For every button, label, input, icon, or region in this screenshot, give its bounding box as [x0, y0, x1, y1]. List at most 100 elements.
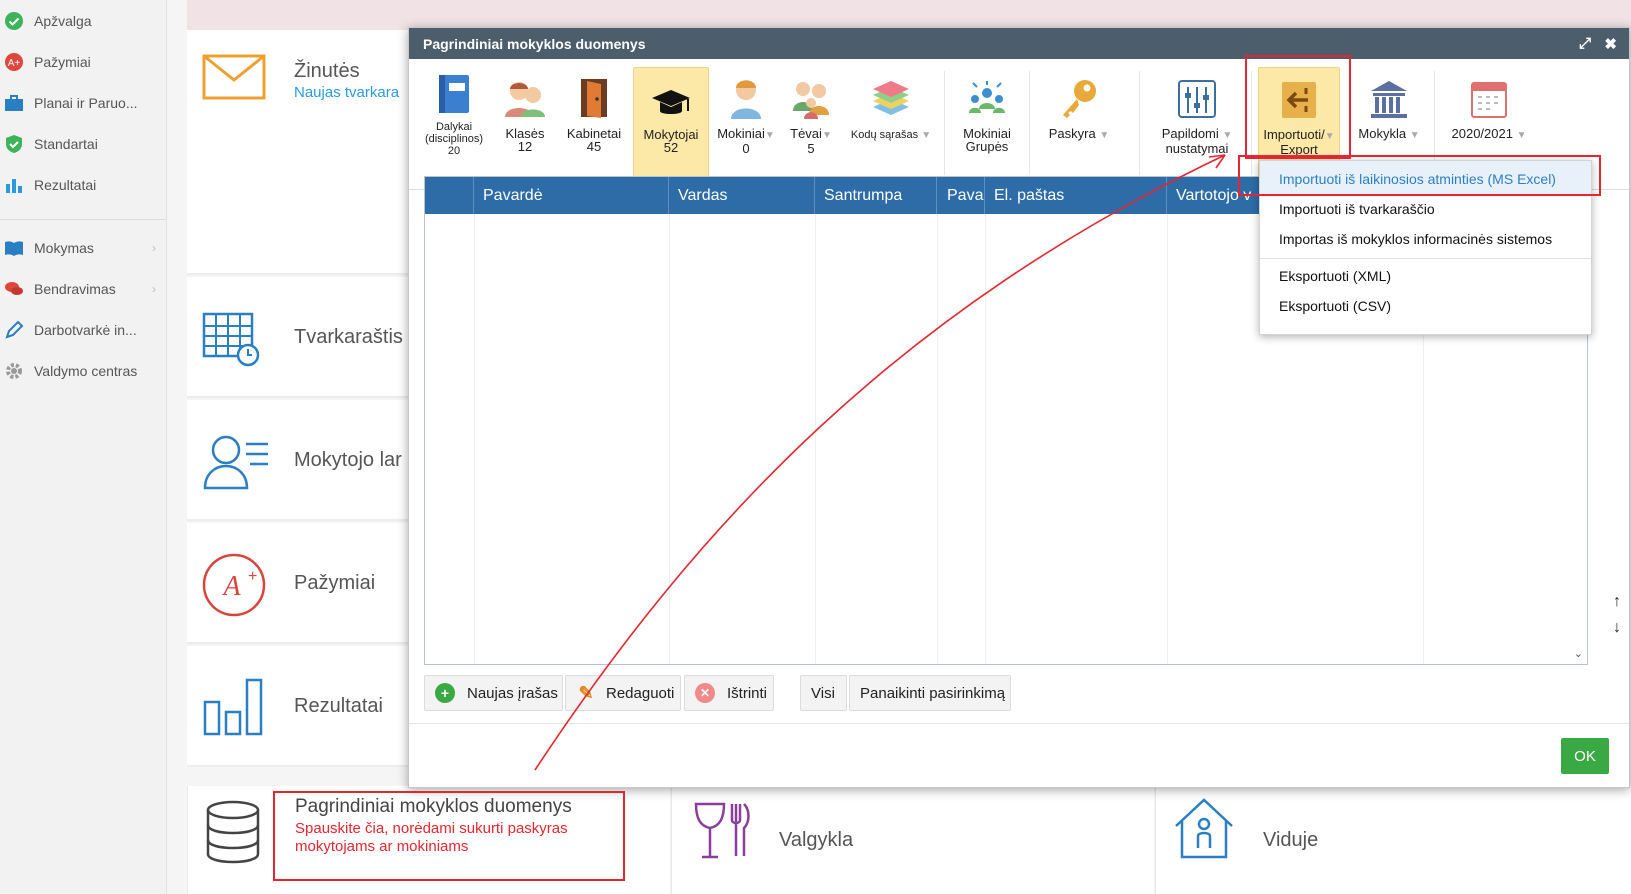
dropdown-arrow-icon[interactable]: ▼: [822, 130, 832, 141]
toolbar-divider: [944, 71, 945, 175]
column-header-email[interactable]: El. paštas: [985, 177, 1167, 214]
tile-results[interactable]: Rezultatai: [187, 646, 412, 767]
gear-icon: [4, 361, 24, 381]
sidebar-item-standards[interactable]: Standartai: [0, 124, 166, 164]
column-header-lastname[interactable]: Pavardė: [474, 177, 669, 214]
delete-button[interactable]: ✕ Ištrinti: [684, 675, 774, 711]
scroll-down-chevron-icon[interactable]: ⌄: [1574, 647, 1583, 660]
tile-grades[interactable]: A + Pažymiai: [187, 523, 412, 644]
dropdown-arrow-icon[interactable]: ▼: [1099, 130, 1109, 141]
column-header-abbreviation[interactable]: Santrumpa: [815, 177, 937, 214]
menu-item-import-school-system[interactable]: Importas iš mokyklos informacinės sistem…: [1279, 231, 1552, 247]
briefcase-icon: [4, 93, 24, 113]
toolbar-count: 0: [742, 141, 750, 156]
ok-button[interactable]: OK: [1561, 738, 1609, 774]
toolbar-additional-settings[interactable]: Papildomi ▼ nustatymai: [1147, 67, 1247, 182]
dropdown-arrow-icon[interactable]: ▼: [921, 130, 931, 141]
sidebar-item-results[interactable]: Rezultatai: [0, 165, 166, 205]
building-icon: [1349, 67, 1429, 119]
canteen-icon: [692, 800, 752, 865]
group-icon: [947, 67, 1027, 119]
sidebar-item-label: Planai ir Paruo...: [34, 95, 138, 111]
svg-text:+: +: [248, 568, 257, 585]
toolbar-student-groups[interactable]: Mokiniai Grupės: [947, 67, 1027, 182]
toolbar-divider: [1139, 71, 1140, 175]
toolbar-count: 12: [517, 139, 533, 154]
toolbar-account[interactable]: Paskyra ▼: [1034, 67, 1124, 182]
tile-inside[interactable]: Viduje: [1155, 786, 1631, 894]
new-record-button[interactable]: + Naujas įrašas: [424, 675, 563, 711]
parents-icon: [783, 67, 839, 119]
check-circle-icon: [4, 11, 24, 31]
menu-item-import-schedule[interactable]: Importuoti iš tvarkaraščio: [1279, 201, 1435, 217]
door-icon: [559, 67, 629, 119]
toolbar-subjects[interactable]: Dalykai (disciplinos) 20: [419, 67, 489, 182]
toolbar-rooms[interactable]: Kabinetai 45: [559, 67, 629, 182]
footer-divider: [409, 723, 1629, 724]
toolbar-parents[interactable]: Tėvai▼ 5: [783, 67, 839, 182]
sidebar-item-label: Darbotvarkė in...: [34, 322, 137, 338]
grid-divider: [985, 214, 986, 664]
shield-check-icon: [4, 134, 24, 154]
button-label: Naujas įrašas: [467, 684, 558, 702]
tile-label: Žinutės: [294, 60, 360, 82]
all-button[interactable]: Visi: [800, 675, 847, 711]
key-icon: [1034, 67, 1124, 119]
menu-item-export-csv[interactable]: Eksportuoti (CSV): [1279, 298, 1391, 314]
tile-teacher[interactable]: Mokytojo lar: [187, 400, 412, 521]
toolbar-label2: nustatymai: [1165, 141, 1229, 156]
sidebar-item-label: Rezultatai: [34, 177, 97, 193]
top-banner: [187, 0, 1631, 30]
students-icon: [493, 67, 557, 119]
toolbar-label: Kodų sąrašas: [850, 129, 919, 141]
tile-canteen[interactable]: Valgykla: [671, 786, 1154, 894]
column-header-firstname[interactable]: Vardas: [669, 177, 815, 214]
dropdown-arrow-icon[interactable]: ▼: [1222, 130, 1232, 141]
annotation-box-import: [1245, 55, 1351, 159]
sidebar-item-label: Mokymas: [34, 240, 94, 256]
toolbar-label2: Grupės: [965, 139, 1009, 154]
sidebar-item-label: Pažymiai: [34, 54, 91, 70]
toolbar-label: Papildomi: [1161, 126, 1219, 141]
chevron-right-icon: ›: [152, 282, 156, 296]
dropdown-arrow-icon[interactable]: ▼: [1517, 130, 1527, 141]
toolbar-count: 52: [663, 140, 679, 155]
grid-divider: [937, 214, 938, 664]
sidebar-item-label: Standartai: [34, 136, 98, 152]
maximize-icon[interactable]: ⤢: [1579, 35, 1591, 52]
edit-button[interactable]: ✎ Redaguoti: [565, 675, 681, 711]
menu-item-export-xml[interactable]: Eksportuoti (XML): [1279, 268, 1391, 284]
toolbar-label: Dalykai: [435, 121, 473, 133]
toolbar-count: 5: [807, 141, 815, 156]
sidebar-item-agenda[interactable]: Darbotvarkė in...: [0, 310, 166, 350]
dropdown-arrow-icon[interactable]: ▼: [1410, 130, 1420, 141]
toolbar-divider: [1029, 71, 1030, 175]
column-header-select[interactable]: [425, 177, 474, 214]
tile-label: Mokytojo lar: [294, 449, 402, 471]
sidebar-item-plans[interactable]: Planai ir Paruo...: [0, 83, 166, 123]
tile-schedule[interactable]: Tvarkaraštis: [187, 277, 412, 398]
scroll-up-icon[interactable]: ↑: [1613, 593, 1621, 611]
sidebar-item-grades[interactable]: A+ Pažymiai: [0, 42, 166, 82]
toolbar-students[interactable]: Mokiniai▼ 0: [713, 67, 779, 182]
tile-sublabel[interactable]: Naujas tvarkara: [294, 84, 399, 101]
toolbar-classes[interactable]: Klasės 12: [493, 67, 557, 182]
toolbar-code-list[interactable]: Kodų sąrašas ▼: [841, 67, 941, 182]
close-icon[interactable]: ✖: [1604, 35, 1617, 53]
sidebar-item-label: Bendravimas: [34, 281, 116, 297]
grade-icon: A+: [202, 553, 266, 622]
delete-icon: ✕: [695, 683, 715, 703]
scroll-down-icon[interactable]: ↓: [1613, 619, 1621, 637]
toolbar-label: 2020/2021: [1451, 126, 1513, 141]
tile-messages[interactable]: Žinutės Naujas tvarkara: [187, 30, 412, 275]
dropdown-arrow-icon[interactable]: ▼: [765, 130, 775, 141]
toolbar-label: Paskyra: [1048, 126, 1096, 141]
sidebar-item-control-center[interactable]: Valdymo centras: [0, 351, 166, 391]
column-header-pava[interactable]: Pava: [937, 177, 985, 214]
toolbar-teachers[interactable]: Mokytojai 52: [633, 67, 709, 182]
clear-selection-button[interactable]: Panaikinti pasirinkimą: [849, 675, 1011, 711]
sidebar-item-teaching[interactable]: Mokymas ›: [0, 228, 166, 268]
sidebar-item-communication[interactable]: Bendravimas ›: [0, 269, 166, 309]
sidebar-item-overview[interactable]: Apžvalga: [0, 1, 166, 41]
grid-divider: [474, 214, 475, 664]
